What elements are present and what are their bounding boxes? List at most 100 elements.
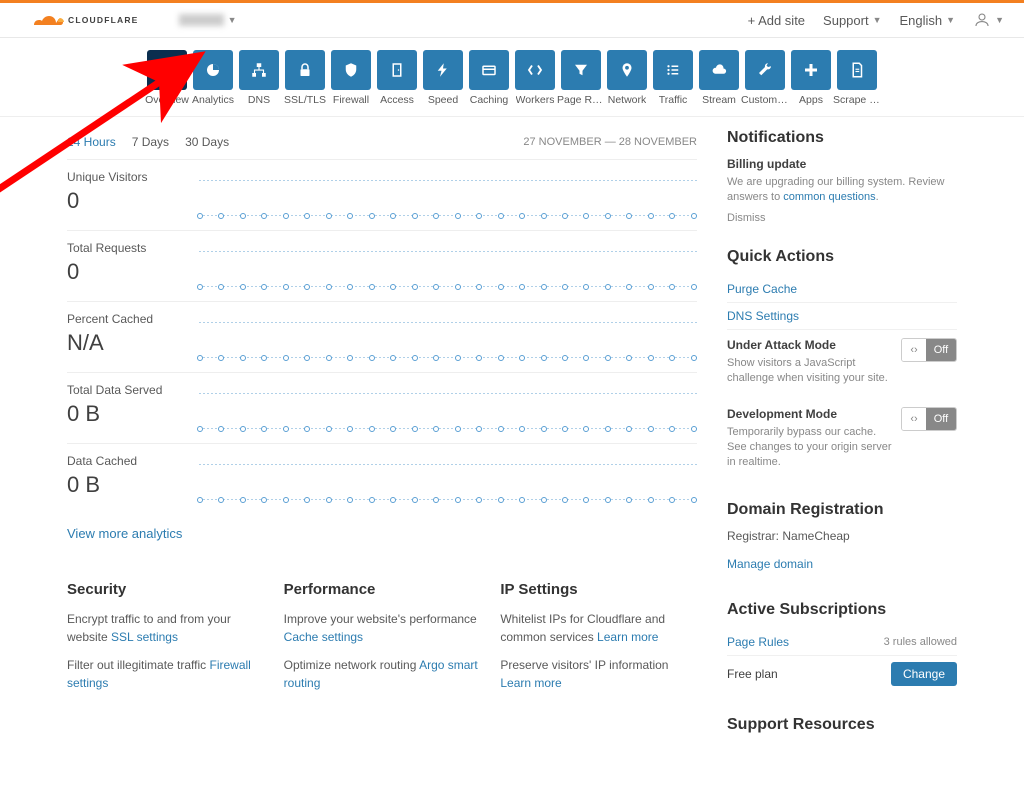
- data-point: [541, 213, 547, 219]
- stat-sparkline: [197, 245, 697, 287]
- left-column: 24 Hours 7 Days 30 Days 27 NOVEMBER — 28…: [67, 129, 727, 758]
- data-point: [562, 355, 568, 361]
- data-point: [541, 355, 547, 361]
- page-icon: [837, 50, 877, 90]
- data-point: [412, 213, 418, 219]
- language-menu[interactable]: English▼: [900, 13, 956, 28]
- view-more-analytics-link[interactable]: View more analytics: [67, 526, 697, 541]
- data-point: [412, 497, 418, 503]
- nav-label: Page Rules: [557, 94, 605, 106]
- data-point: [605, 284, 611, 290]
- support-menu[interactable]: Support▼: [823, 13, 881, 28]
- main-content: 24 Hours 7 Days 30 Days 27 NOVEMBER — 28…: [67, 117, 957, 798]
- nav-tab-scrapeshi[interactable]: Scrape Shi...: [836, 50, 878, 106]
- data-point: [304, 497, 310, 503]
- nav-tab-dns[interactable]: DNS: [238, 50, 280, 106]
- data-point: [347, 426, 353, 432]
- cache-settings-link[interactable]: Cache settings: [284, 630, 363, 644]
- nav-label: Custom Pa...: [741, 94, 789, 106]
- nav-tab-stream[interactable]: Stream: [698, 50, 740, 106]
- quick-actions-title: Quick Actions: [727, 248, 957, 266]
- nav-tab-analytics[interactable]: Analytics: [192, 50, 234, 106]
- ip-learn-more-1[interactable]: Learn more: [597, 630, 658, 644]
- data-point: [669, 355, 675, 361]
- right-sidebar: Notifications Billing update We are upgr…: [727, 129, 957, 758]
- data-point: [562, 213, 568, 219]
- data-point: [304, 284, 310, 290]
- data-point: [283, 355, 289, 361]
- language-label: English: [900, 13, 943, 28]
- under-attack-toggle[interactable]: ‹›Off: [901, 338, 957, 362]
- stat-value: 0: [67, 188, 197, 214]
- data-point: [283, 497, 289, 503]
- nav-tab-overview[interactable]: Overview: [146, 50, 188, 106]
- data-point: [498, 497, 504, 503]
- nav-tab-workers[interactable]: Workers: [514, 50, 556, 106]
- data-point: [498, 213, 504, 219]
- support-label: Support: [823, 13, 869, 28]
- data-point: [476, 284, 482, 290]
- ip-learn-more-2[interactable]: Learn more: [500, 676, 561, 690]
- manage-domain-link[interactable]: Manage domain: [727, 551, 957, 577]
- nav-tab-firewall[interactable]: Firewall: [330, 50, 372, 106]
- data-point: [218, 426, 224, 432]
- nav-label: Network: [608, 94, 647, 106]
- common-questions-link[interactable]: common questions: [783, 191, 875, 203]
- account-menu[interactable]: ▼: [973, 11, 1004, 29]
- free-plan-label: Free plan: [727, 667, 778, 681]
- data-point: [433, 497, 439, 503]
- nav-label: Workers: [516, 94, 555, 106]
- stat-sparkline: [197, 458, 697, 500]
- dns-settings-link[interactable]: DNS Settings: [727, 302, 957, 329]
- nav-tab-custompa[interactable]: Custom Pa...: [744, 50, 786, 106]
- logo[interactable]: [20, 9, 70, 31]
- data-point: [605, 355, 611, 361]
- change-plan-button[interactable]: Change: [891, 662, 957, 686]
- bottom-columns: Security Encrypt traffic to and from you…: [67, 581, 697, 702]
- data-point: [240, 284, 246, 290]
- nav-tab-traffic[interactable]: Traffic: [652, 50, 694, 106]
- lock-icon: [285, 50, 325, 90]
- data-point: [261, 284, 267, 290]
- nav-label: Overview: [145, 94, 189, 106]
- stat-sparkline: [197, 316, 697, 358]
- domain-selector[interactable]: ▼: [179, 14, 237, 26]
- data-point: [412, 284, 418, 290]
- nav-tab-network[interactable]: Network: [606, 50, 648, 106]
- data-point: [476, 213, 482, 219]
- data-point: [691, 426, 697, 432]
- data-point: [369, 426, 375, 432]
- dismiss-link[interactable]: Dismiss: [727, 212, 957, 224]
- nav-tab-speed[interactable]: Speed: [422, 50, 464, 106]
- security-col: Security Encrypt traffic to and from you…: [67, 581, 264, 702]
- data-point: [433, 284, 439, 290]
- filter-icon: [561, 50, 601, 90]
- time-24h[interactable]: 24 Hours: [67, 135, 116, 149]
- purge-cache-link[interactable]: Purge Cache: [727, 276, 957, 302]
- ip-title: IP Settings: [500, 581, 697, 598]
- time-30d[interactable]: 30 Days: [185, 135, 229, 149]
- data-point: [218, 355, 224, 361]
- nav-tab-access[interactable]: Access: [376, 50, 418, 106]
- support-resources-section: Support Resources: [727, 716, 957, 734]
- nav-tab-ssltls[interactable]: SSL/TLS: [284, 50, 326, 106]
- dev-mode-toggle[interactable]: ‹›Off: [901, 407, 957, 431]
- nav-label: Stream: [702, 94, 736, 106]
- ssl-settings-link[interactable]: SSL settings: [111, 630, 178, 644]
- nav-tab-apps[interactable]: Apps: [790, 50, 832, 106]
- nav-tab-pagerules[interactable]: Page Rules: [560, 50, 602, 106]
- data-point: [476, 426, 482, 432]
- data-point: [304, 426, 310, 432]
- page-rules-link[interactable]: Page Rules: [727, 635, 789, 649]
- nav-tab-caching[interactable]: Caching: [468, 50, 510, 106]
- data-point: [626, 497, 632, 503]
- data-point: [455, 213, 461, 219]
- time-7d[interactable]: 7 Days: [132, 135, 169, 149]
- data-point: [691, 497, 697, 503]
- under-attack-title: Under Attack Mode: [727, 338, 893, 352]
- data-point: [626, 284, 632, 290]
- data-point: [669, 426, 675, 432]
- add-site-button[interactable]: + Add site: [748, 13, 805, 28]
- data-point: [197, 213, 203, 219]
- data-point: [605, 213, 611, 219]
